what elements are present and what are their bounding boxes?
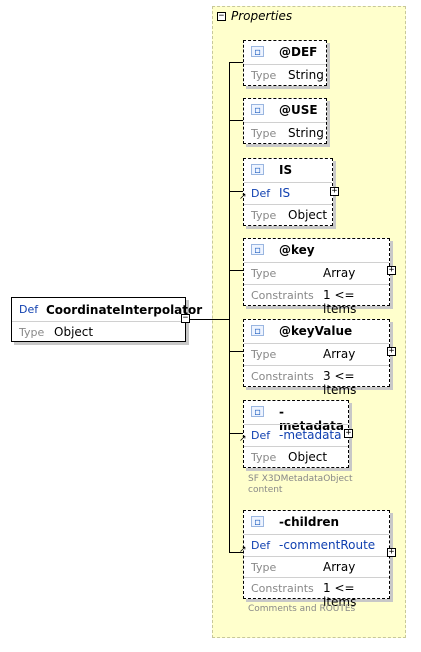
reference-arrow-icon: ↗	[239, 545, 247, 555]
expand-key-icon[interactable]: +	[387, 266, 396, 275]
expand-children-icon[interactable]: +	[387, 548, 396, 557]
node-keyvalue[interactable]: ▫ @keyValue Type Array Constraints 3 <= …	[243, 319, 390, 397]
metadata-note: SF X3DMetadataObject content	[248, 474, 353, 496]
root-type-label: Type	[19, 326, 45, 339]
element-icon: ▫	[251, 406, 264, 418]
branch-line-key	[229, 270, 243, 271]
node-def-name: @DEF	[279, 45, 318, 59]
type-label: Type	[251, 209, 277, 222]
node-use[interactable]: ▫ @USE Type String	[243, 98, 327, 144]
def-value: IS	[279, 186, 291, 200]
element-icon: ▫	[251, 325, 264, 337]
root-node-coordinate-interpolator[interactable]: Def CoordinateInterpolator Type Object	[11, 297, 202, 342]
node-use-name: @USE	[279, 103, 318, 117]
node-key-name: @key	[279, 243, 315, 257]
properties-group-title: Properties	[231, 9, 293, 23]
node-is[interactable]: ▫ IS Def IS Type Object	[243, 158, 333, 226]
type-label: Type	[251, 561, 277, 574]
type-value: Array	[323, 266, 356, 280]
node-def[interactable]: ▫ @DEF Type String	[243, 40, 327, 86]
reference-arrow-icon: ↗	[239, 192, 247, 202]
type-value: Array	[323, 560, 356, 574]
root-def-label: Def	[19, 303, 39, 316]
type-value: String	[288, 68, 324, 82]
constraints-value: 3 <= items	[323, 369, 357, 397]
type-label: Type	[251, 69, 277, 82]
type-label: Type	[251, 451, 277, 464]
note-line: Comments and ROUTEs	[248, 604, 356, 614]
type-value: Object	[288, 208, 328, 222]
element-icon: ▫	[251, 104, 264, 116]
root-connector-line	[186, 319, 230, 320]
collapse-properties-icon[interactable]: −	[217, 12, 226, 21]
children-note: Comments and ROUTEs	[248, 604, 355, 615]
expand-is-icon[interactable]: +	[330, 187, 339, 196]
type-label: Type	[251, 127, 277, 140]
constraints-label: Constraints	[251, 370, 314, 383]
constraints-label: Constraints	[251, 582, 314, 595]
def-label: Def	[251, 187, 271, 200]
def-value: -metadata	[279, 428, 342, 442]
node-metadata[interactable]: ▫ -metadata Def -metadata Type Object	[243, 400, 349, 468]
root-type-value: Object	[54, 325, 94, 339]
type-value: Object	[288, 450, 328, 464]
collapse-root-icon[interactable]: −	[181, 314, 190, 323]
def-label: Def	[251, 429, 271, 442]
constraints-label: Constraints	[251, 289, 314, 302]
type-value: Array	[323, 347, 356, 361]
note-line: content	[248, 485, 283, 495]
node-key[interactable]: ▫ @key Type Array Constraints 1 <= items	[243, 238, 390, 316]
branch-line-use	[229, 120, 243, 121]
constraints-value: 1 <= items	[323, 288, 357, 316]
def-value: -commentRoute	[279, 538, 376, 552]
element-icon: ▫	[251, 164, 264, 176]
node-is-name: IS	[279, 163, 293, 177]
node-keyvalue-name: @keyValue	[279, 324, 353, 338]
type-value: String	[288, 126, 324, 140]
type-label: Type	[251, 267, 277, 280]
root-node-name: CoordinateInterpolator	[46, 303, 203, 317]
branch-line-def	[229, 62, 243, 63]
def-label: Def	[251, 539, 271, 552]
node-children[interactable]: ▫ -children Def -commentRoute Type Array…	[243, 510, 390, 609]
expand-metadata-icon[interactable]: +	[344, 429, 353, 438]
element-icon: ▫	[251, 516, 264, 528]
vertical-connector-line	[229, 62, 230, 552]
type-label: Type	[251, 348, 277, 361]
note-line: SF X3DMetadataObject	[248, 474, 353, 484]
reference-arrow-icon: ↗	[239, 434, 247, 444]
element-icon: ▫	[251, 46, 264, 58]
node-children-name: -children	[279, 515, 340, 529]
branch-line-keyvalue	[229, 351, 243, 352]
element-icon: ▫	[251, 244, 264, 256]
expand-keyvalue-icon[interactable]: +	[387, 347, 396, 356]
